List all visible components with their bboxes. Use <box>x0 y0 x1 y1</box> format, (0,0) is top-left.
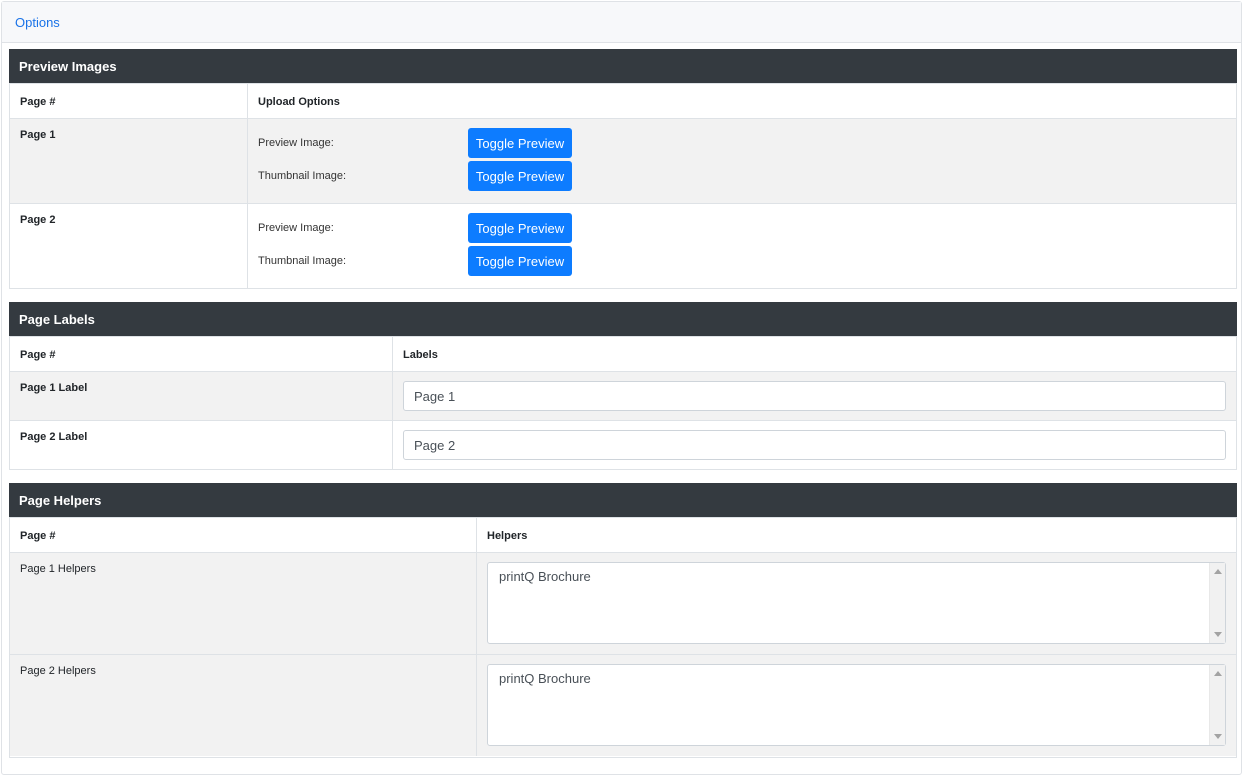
scroll-down-arrow-icon[interactable] <box>1214 734 1222 739</box>
page-labels-header-row: Page # Labels <box>10 336 1236 371</box>
options-card: Options Preview Images Page # Upload Opt… <box>1 1 1242 775</box>
column-header-page: Page # <box>10 337 393 371</box>
column-header-page: Page # <box>10 84 248 118</box>
page-2-label-input[interactable] <box>403 430 1226 460</box>
thumbnail-image-line: Thumbnail Image: Toggle Preview <box>258 246 1226 276</box>
column-header-helpers: Helpers <box>487 530 528 542</box>
page-helpers-title: Page Helpers <box>9 483 1237 517</box>
column-header-labels: Labels <box>403 349 438 361</box>
page-2-helpers-textarea[interactable]: printQ Brochure <box>488 665 1209 745</box>
preview-image-line: Preview Image: Toggle Preview <box>258 128 1226 158</box>
thumbnail-image-label: Thumbnail Image: <box>258 170 347 182</box>
scroll-down-arrow-icon[interactable] <box>1214 632 1222 637</box>
label-input-cell <box>393 421 1236 469</box>
options-header: Options <box>2 2 1241 43</box>
page-labels-row-2: Page 2 Label <box>10 420 1236 469</box>
helpers-textarea-cell: printQ Brochure <box>477 655 1236 756</box>
toggle-preview-button[interactable]: Toggle Preview <box>468 213 572 243</box>
scroll-up-arrow-icon[interactable] <box>1214 671 1222 676</box>
scroll-up-arrow-icon[interactable] <box>1214 569 1222 574</box>
preview-image-label: Preview Image: <box>258 222 334 234</box>
helpers-textarea-cell: printQ Brochure <box>477 553 1236 654</box>
preview-images-row-page-1: Page 1 Preview Image: Toggle Preview Thu… <box>10 118 1236 203</box>
textarea-scrollbar[interactable] <box>1209 563 1225 643</box>
preview-images-header-row: Page # Upload Options <box>10 83 1236 118</box>
row-label-page-2-helpers: Page 2 Helpers <box>10 655 477 756</box>
preview-images-title: Preview Images <box>9 49 1237 83</box>
preview-images-row-page-2: Page 2 Preview Image: Toggle Preview Thu… <box>10 203 1236 288</box>
thumbnail-image-line: Thumbnail Image: Toggle Preview <box>258 161 1226 191</box>
page-labels-title: Page Labels <box>9 302 1237 336</box>
row-label-page-2-label: Page 2 Label <box>10 421 393 469</box>
row-label-page-1: Page 1 <box>10 119 248 203</box>
column-header-page: Page # <box>10 518 477 552</box>
page-2-helpers-textarea-wrap: printQ Brochure <box>487 664 1226 746</box>
page-helpers-row-2: Page 2 Helpers printQ Brochure <box>10 654 1236 756</box>
page-1-label-input[interactable] <box>403 381 1226 411</box>
page-labels-row-1: Page 1 Label <box>10 371 1236 420</box>
preview-image-label: Preview Image: <box>258 137 334 149</box>
row-label-page-2: Page 2 <box>10 204 248 288</box>
label-input-cell <box>393 372 1236 420</box>
page-1-helpers-textarea-wrap: printQ Brochure <box>487 562 1226 644</box>
toggle-thumbnail-button[interactable]: Toggle Preview <box>468 161 572 191</box>
toggle-thumbnail-button[interactable]: Toggle Preview <box>468 246 572 276</box>
row-label-page-1-helpers: Page 1 Helpers <box>10 553 477 654</box>
options-tab[interactable]: Options <box>15 15 60 30</box>
page-helpers-row-1: Page 1 Helpers printQ Brochure <box>10 552 1236 654</box>
page-helpers-header-row: Page # Helpers <box>10 517 1236 552</box>
preview-images-section: Preview Images Page # Upload Options Pag… <box>9 49 1237 289</box>
thumbnail-image-label: Thumbnail Image: <box>258 255 347 267</box>
preview-image-line: Preview Image: Toggle Preview <box>258 213 1226 243</box>
column-header-upload-options: Upload Options <box>258 96 340 108</box>
row-label-page-1-label: Page 1 Label <box>10 372 393 420</box>
page-labels-section: Page Labels Page # Labels Page 1 Label P… <box>9 302 1237 470</box>
upload-options-page-2: Preview Image: Toggle Preview Thumbnail … <box>248 204 1236 288</box>
page-1-helpers-textarea[interactable]: printQ Brochure <box>488 563 1209 643</box>
textarea-scrollbar[interactable] <box>1209 665 1225 745</box>
page-helpers-section: Page Helpers Page # Helpers Page 1 Helpe… <box>9 483 1237 758</box>
toggle-preview-button[interactable]: Toggle Preview <box>468 128 572 158</box>
upload-options-page-1: Preview Image: Toggle Preview Thumbnail … <box>248 119 1236 203</box>
